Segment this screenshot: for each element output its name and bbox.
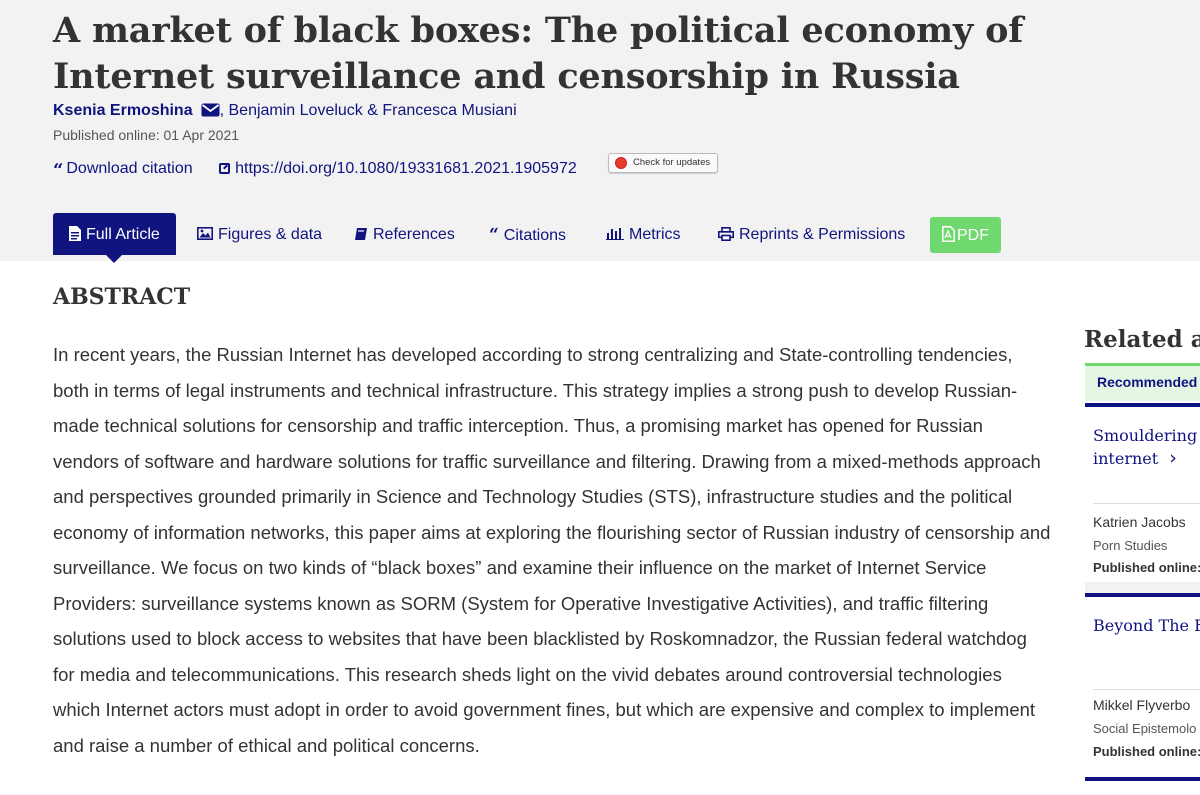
pdf-icon (942, 217, 955, 254)
article-header: A market of black boxes: The political e… (0, 0, 1200, 263)
print-icon (718, 213, 734, 257)
pdf-button[interactable]: PDF (930, 217, 1001, 253)
card-divider (1093, 503, 1200, 504)
published-date: Published online: 01 Apr 2021 (53, 127, 240, 143)
related-article-title[interactable]: Beyond The Bl (1093, 615, 1200, 637)
envelope-icon[interactable] (201, 103, 220, 117)
card-title-text: Smouldering p internet (1093, 426, 1200, 468)
citation-links: “Download citation https://doi.org/10.10… (53, 160, 599, 181)
tab-label: References (373, 226, 455, 243)
related-article-card[interactable] (1085, 777, 1200, 795)
document-icon (69, 213, 81, 257)
doi-link[interactable]: https://doi.org/10.1080/19331681.2021.19… (219, 160, 577, 178)
tab-references[interactable]: References (354, 213, 455, 255)
card-author: Katrien Jacobs (1093, 514, 1186, 530)
tab-citations[interactable]: “Citations (489, 213, 566, 255)
check-for-updates-button[interactable]: Check for updates (608, 153, 718, 173)
chevron-right-icon: › (1169, 447, 1177, 469)
tab-metrics[interactable]: Metrics (606, 213, 681, 255)
other-authors[interactable]: , Benjamin Loveluck & Francesca Musiani (220, 102, 517, 119)
download-citation-label: Download citation (66, 160, 193, 177)
bar-chart-icon (606, 213, 624, 257)
related-article-card[interactable]: Smouldering p internet › Katrien Jacobs … (1085, 403, 1200, 587)
image-icon (197, 213, 213, 257)
article-title: A market of black boxes: The political e… (53, 10, 1024, 97)
check-for-updates-label: Check for updates (633, 157, 711, 168)
abstract-text: In recent years, the Russian Internet ha… (53, 344, 1051, 756)
abstract-heading: ABSTRACT (53, 284, 191, 310)
tab-label: PDF (957, 227, 989, 244)
tab-label: Citations (503, 227, 567, 244)
card-published: Published online: (1093, 560, 1200, 575)
card-journal: Social Epistemolo (1093, 721, 1197, 736)
external-link-icon (219, 163, 231, 174)
tab-recommended[interactable]: Recommended (1085, 363, 1200, 401)
crossmark-icon (615, 157, 627, 169)
quote-icon: “ (53, 160, 64, 181)
related-articles-heading: Related art (1084, 326, 1200, 353)
doi-label: https://doi.org/10.1080/19331681.2021.19… (235, 160, 577, 177)
related-article-card[interactable]: Beyond The Bl Mikkel Flyverbo Social Epi… (1085, 593, 1200, 777)
tab-label: Full Article (86, 226, 160, 243)
related-article-title[interactable]: Smouldering p internet › (1093, 425, 1200, 470)
author-list: Ksenia Ermoshina , Benjamin Loveluck & Fr… (53, 102, 517, 120)
tab-label: Reprints & Permissions (739, 226, 906, 243)
tab-figures-data[interactable]: Figures & data (197, 213, 322, 255)
card-published: Published online: (1093, 744, 1200, 759)
book-icon (354, 213, 368, 257)
download-citation-link[interactable]: “Download citation (53, 160, 193, 181)
tab-reprints-permissions[interactable]: Reprints & Permissions (718, 213, 905, 255)
tab-label: Metrics (629, 226, 681, 243)
author-link-ermoshina[interactable]: Ksenia Ermoshina (53, 102, 193, 119)
card-journal: Porn Studies (1093, 538, 1168, 553)
quote-icon: “ (489, 225, 499, 245)
tab-label: Figures & data (218, 226, 323, 243)
card-author: Mikkel Flyverbo (1093, 697, 1191, 713)
tab-full-article[interactable]: Full Article (53, 213, 176, 263)
card-divider (1093, 689, 1200, 690)
article-tabs: Full Article Figures & data References “… (53, 213, 1200, 263)
